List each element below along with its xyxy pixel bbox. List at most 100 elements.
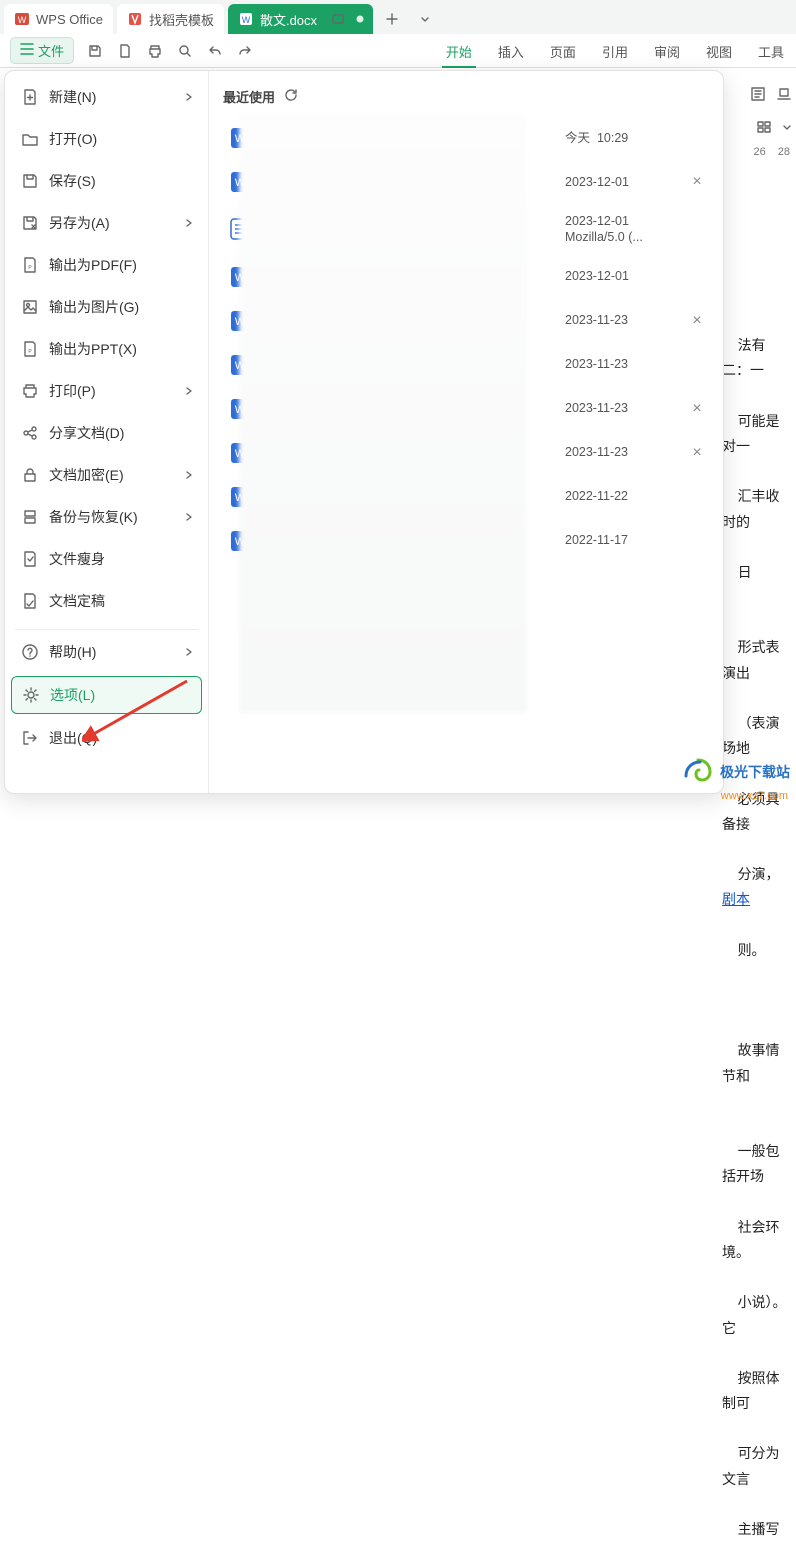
- recent-list: W 今天 10:29×W 2023-12-01× 2023-12-01 Mozi…: [219, 116, 717, 563]
- menu-open[interactable]: 打开(O): [11, 121, 202, 157]
- file-icon: [227, 216, 253, 242]
- ribbon-tab-view[interactable]: 视图: [702, 34, 736, 67]
- qat-redo-icon[interactable]: [236, 42, 254, 60]
- qat-new-icon[interactable]: [116, 42, 134, 60]
- svg-text:W: W: [235, 492, 246, 504]
- tool-icon[interactable]: [776, 86, 792, 105]
- tab-close-dot-icon[interactable]: [351, 10, 369, 28]
- qat-print-icon[interactable]: [146, 42, 164, 60]
- recent-item-name: [263, 357, 565, 372]
- menu-export-image[interactable]: 输出为图片(G): [11, 289, 202, 325]
- ribbon-tab-insert[interactable]: 插入: [494, 34, 528, 67]
- recent-item-name: [263, 533, 565, 548]
- chevron-right-icon: [184, 645, 194, 660]
- qat-save-icon[interactable]: [86, 42, 104, 60]
- recent-item[interactable]: W 2023-11-23×: [219, 431, 717, 475]
- recent-item[interactable]: W 2023-12-01×: [219, 160, 717, 204]
- svg-text:W: W: [235, 272, 246, 284]
- recent-item-meta: 2023-11-23: [565, 400, 685, 416]
- recent-item-name: [263, 131, 565, 146]
- recent-heading: 最近使用: [223, 87, 275, 106]
- recent-item[interactable]: W 2023-12-01×: [219, 255, 717, 299]
- menu-encrypt[interactable]: 文档加密(E): [11, 457, 202, 493]
- recent-item-meta: 2022-11-22: [565, 488, 685, 504]
- recent-item-name: [263, 489, 565, 504]
- ruler-partial: 26 28: [754, 146, 796, 158]
- file-menu-button[interactable]: 文件: [10, 37, 74, 64]
- file-icon: W: [227, 440, 253, 466]
- recent-item[interactable]: W 今天 10:29×: [219, 116, 717, 160]
- menu-slim[interactable]: 文件瘦身: [11, 541, 202, 577]
- menu-export-pdf[interactable]: P 输出为PDF(F): [11, 247, 202, 283]
- file-icon: W: [227, 352, 253, 378]
- menu-options[interactable]: 选项(L): [11, 676, 202, 714]
- file-menu-panel: 新建(N) 打开(O) 保存(S) 另存为(A) P 输出为PDF(F): [4, 70, 724, 794]
- svg-text:W: W: [235, 316, 246, 328]
- menu-save[interactable]: 保存(S): [11, 163, 202, 199]
- tool-icon[interactable]: [756, 119, 772, 138]
- recent-item[interactable]: 2023-12-01 Mozilla/5.0 (...×: [219, 204, 717, 255]
- recent-item[interactable]: W 2022-11-22×: [219, 475, 717, 519]
- ribbon-tab-start[interactable]: 开始: [442, 34, 476, 67]
- document-link[interactable]: 剧本: [722, 891, 750, 907]
- chevron-down-icon[interactable]: [782, 121, 792, 136]
- svg-text:W: W: [235, 360, 246, 372]
- svg-text:W: W: [235, 404, 246, 416]
- ribbon-tab-ref[interactable]: 引用: [598, 34, 632, 67]
- menu-export-ppt[interactable]: P 输出为PPT(X): [11, 331, 202, 367]
- window-tabbar: W WPS Office 找稻壳模板 W 散文.docx: [0, 0, 796, 34]
- refresh-icon[interactable]: [283, 87, 299, 106]
- chevron-right-icon: [184, 510, 194, 525]
- menu-exit[interactable]: 退出(Q): [11, 720, 202, 756]
- tab-window-icon[interactable]: [329, 10, 347, 28]
- tab-dropdown-button[interactable]: [411, 4, 439, 34]
- recent-item-meta: 今天 10:29: [565, 130, 685, 146]
- file-icon: W: [227, 528, 253, 554]
- recent-item[interactable]: W 2023-11-23×: [219, 343, 717, 387]
- doc-icon: W: [238, 11, 254, 27]
- quick-access-toolbar: [86, 42, 254, 60]
- main-area: 26 28 法有二：一 可能是对一 汇丰收时的 日 形式表演出 （表演场地 必须…: [0, 68, 796, 794]
- qat-undo-icon[interactable]: [206, 42, 224, 60]
- close-icon[interactable]: ×: [685, 312, 709, 330]
- tab-template[interactable]: 找稻壳模板: [117, 4, 224, 34]
- recent-item[interactable]: W 2023-11-23×: [219, 387, 717, 431]
- recent-item-name: [263, 401, 565, 416]
- qat-preview-icon[interactable]: [176, 42, 194, 60]
- file-icon: W: [227, 484, 253, 510]
- recent-item[interactable]: W 2022-11-17×: [219, 519, 717, 563]
- document-text-partial: 法有二：一 可能是对一 汇丰收时的 日 形式表演出 （表演场地 必须具备接 分演…: [722, 308, 792, 1567]
- recent-item[interactable]: W 2023-11-23×: [219, 299, 717, 343]
- ribbon-tabs: 开始 插入 页面 引用 审阅 视图 工具: [442, 34, 796, 67]
- tab-template-label: 找稻壳模板: [149, 10, 214, 29]
- recent-item-name: [263, 269, 565, 284]
- close-icon[interactable]: ×: [685, 400, 709, 418]
- tab-doc-label: 散文.docx: [260, 10, 317, 29]
- tab-document-active[interactable]: W 散文.docx: [228, 4, 373, 34]
- menu-backup[interactable]: 备份与恢复(K): [11, 499, 202, 535]
- ribbon-tab-page[interactable]: 页面: [546, 34, 580, 67]
- add-tab-button[interactable]: [377, 4, 407, 34]
- close-icon[interactable]: ×: [685, 173, 709, 191]
- svg-text:W: W: [242, 15, 251, 25]
- tab-doc-controls: [329, 10, 369, 28]
- svg-text:W: W: [235, 536, 246, 548]
- tool-icon[interactable]: [750, 86, 766, 105]
- menu-print[interactable]: 打印(P): [11, 373, 202, 409]
- svg-text:W: W: [235, 448, 246, 460]
- tab-home[interactable]: W WPS Office: [4, 4, 113, 34]
- menu-new[interactable]: 新建(N): [11, 79, 202, 115]
- svg-text:W: W: [235, 177, 246, 189]
- menu-save-as[interactable]: 另存为(A): [11, 205, 202, 241]
- watermark-title: 极光下载站: [720, 762, 790, 782]
- menu-finalize[interactable]: 文档定稿: [11, 583, 202, 619]
- recent-item-meta: 2023-12-01 Mozilla/5.0 (...: [565, 213, 685, 246]
- menu-help[interactable]: 帮助(H): [11, 634, 202, 670]
- menu-share[interactable]: 分享文档(D): [11, 415, 202, 451]
- ruler-num: 26: [754, 146, 766, 158]
- ribbon-tab-tools[interactable]: 工具: [754, 34, 788, 67]
- recent-item-meta: 2023-11-23: [565, 444, 685, 460]
- close-icon[interactable]: ×: [685, 444, 709, 462]
- ribbon-tab-review[interactable]: 审阅: [650, 34, 684, 67]
- recent-item-name: [263, 222, 565, 237]
